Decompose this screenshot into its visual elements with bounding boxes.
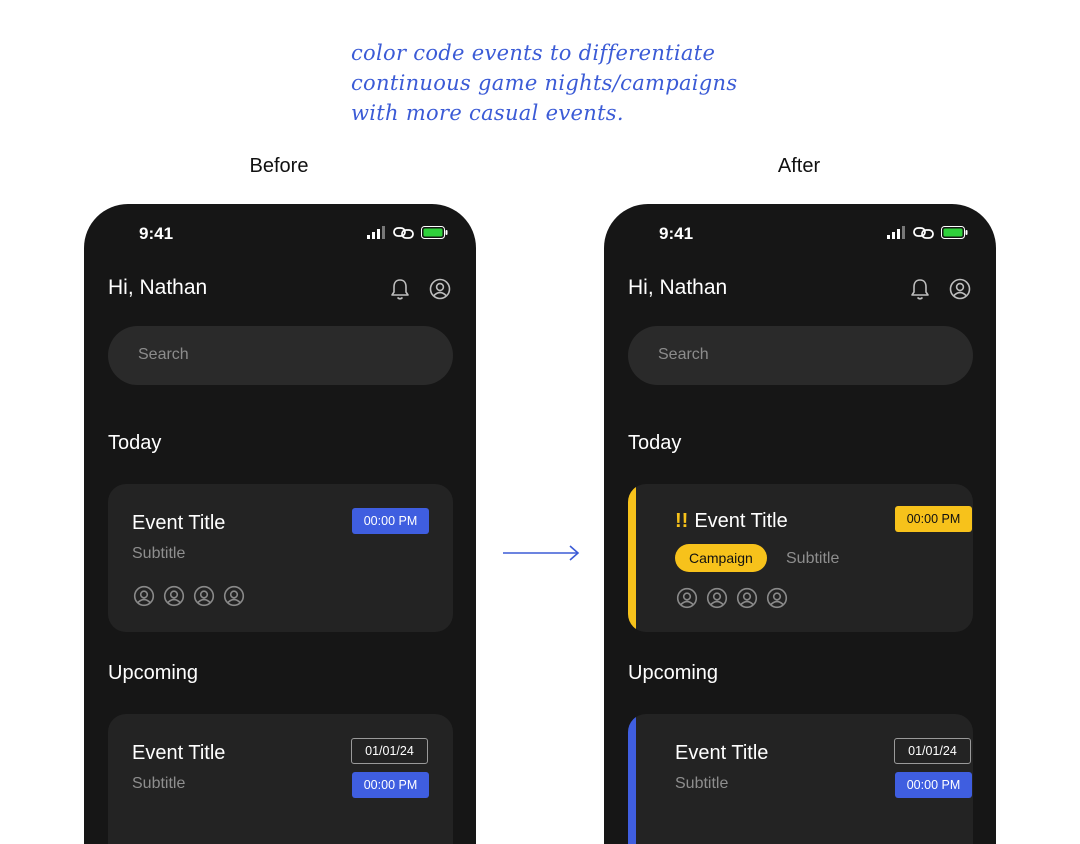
campaign-tag: Campaign <box>675 544 767 572</box>
status-time: 9:41 <box>659 224 694 243</box>
event-date-badge: 01/01/24 <box>894 738 971 764</box>
signal-icon <box>367 226 385 239</box>
event-title: Event Title <box>132 512 226 534</box>
attendee-avatars <box>133 585 245 607</box>
link-icon <box>913 227 934 239</box>
event-date-badge: 01/01/24 <box>351 738 428 764</box>
search-placeholder: Search <box>658 346 709 363</box>
greeting: Hi, Nathan <box>628 276 728 299</box>
user-avatar-icon <box>676 587 698 609</box>
section-title-upcoming: Upcoming <box>108 662 199 684</box>
phone-before: 9:41 Hi, Nathan Search Today Event Title… <box>84 204 476 844</box>
phone-after: 9:41 Hi, Nathan Search Today !! Event Tit… <box>604 204 996 844</box>
user-avatar-icon <box>706 587 728 609</box>
status-time: 9:41 <box>139 224 174 243</box>
event-title: Event Title <box>694 510 788 532</box>
arrow-right-icon <box>503 545 580 561</box>
user-avatar-icon <box>193 585 215 607</box>
profile-icon[interactable] <box>949 277 971 301</box>
status-icons <box>367 226 448 239</box>
event-subtitle: Subtitle <box>132 545 186 562</box>
event-card-upcoming[interactable]: Event Title Subtitle 01/01/24 00:00 PM <box>108 714 453 844</box>
event-title: Event Title <box>675 742 769 764</box>
event-subtitle: Subtitle <box>786 550 840 567</box>
annotation-line: continuous game nights/campaigns <box>351 71 738 95</box>
user-avatar-icon <box>223 585 245 607</box>
event-subtitle: Subtitle <box>132 775 186 792</box>
bell-icon[interactable] <box>909 277 931 301</box>
search-input[interactable]: Search <box>108 326 453 385</box>
status-icons <box>887 226 968 239</box>
user-avatar-icon <box>766 587 788 609</box>
event-time-badge: 00:00 PM <box>895 506 972 532</box>
event-time-badge: 00:00 PM <box>352 508 429 534</box>
section-title-upcoming: Upcoming <box>628 662 719 684</box>
event-time-badge: 00:00 PM <box>352 772 429 798</box>
search-placeholder: Search <box>138 346 189 363</box>
link-icon <box>393 227 414 239</box>
search-input[interactable]: Search <box>628 326 973 385</box>
signal-icon <box>887 226 905 239</box>
bell-icon[interactable] <box>389 277 411 301</box>
after-label: After <box>777 155 821 177</box>
section-title-today: Today <box>628 432 682 454</box>
event-subtitle: Subtitle <box>675 775 729 792</box>
user-avatar-icon <box>163 585 185 607</box>
annotation-line: color code events to differentiate <box>351 41 716 65</box>
event-card-today[interactable]: !! Event Title Campaign Subtitle 00:00 PM <box>628 484 973 632</box>
event-card-today[interactable]: Event Title Subtitle 00:00 PM <box>108 484 453 632</box>
event-time-badge: 00:00 PM <box>895 772 972 798</box>
profile-icon[interactable] <box>429 277 451 301</box>
event-color-bar <box>628 714 636 844</box>
annotation-note: color code events to differentiate conti… <box>351 38 737 128</box>
greeting: Hi, Nathan <box>108 276 208 299</box>
user-avatar-icon <box>736 587 758 609</box>
annotation-line: with more casual events. <box>351 101 624 125</box>
battery-icon <box>421 226 448 239</box>
event-card-upcoming[interactable]: Event Title Subtitle 01/01/24 00:00 PM <box>628 714 973 844</box>
section-title-today: Today <box>108 432 162 454</box>
attendee-avatars <box>676 587 788 609</box>
battery-icon <box>941 226 968 239</box>
user-avatar-icon <box>133 585 155 607</box>
before-label: Before <box>249 155 309 177</box>
campaign-color-bar <box>628 484 636 632</box>
event-title: Event Title <box>132 742 226 764</box>
priority-mark: !! <box>675 510 689 532</box>
event-title-row: !! Event Title <box>675 510 788 533</box>
